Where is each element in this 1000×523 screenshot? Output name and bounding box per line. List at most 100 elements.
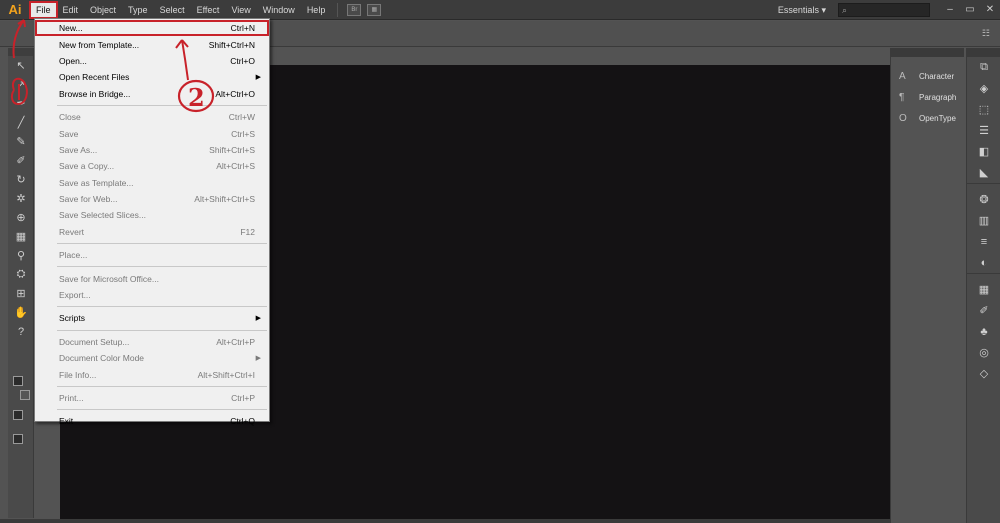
symbols-panel-icon[interactable]: ♣ xyxy=(967,321,1000,342)
symbol-sprayer-tool-icon[interactable]: ⛭ xyxy=(8,265,34,284)
draw-mode-icon[interactable] xyxy=(13,410,23,420)
menu-item-export[interactable]: Export... xyxy=(35,287,269,303)
opentype-icon: O xyxy=(899,113,907,124)
color-panel-icon[interactable]: ❂ xyxy=(967,189,1000,210)
menu-help[interactable]: Help xyxy=(301,2,332,18)
menu-item-document-setup[interactable]: Document Setup... Alt+Ctrl+P xyxy=(35,334,269,350)
submenu-arrow-icon: ▶ xyxy=(255,355,261,363)
align-panel-icon[interactable]: ☰ xyxy=(967,120,1000,141)
menu-separator xyxy=(57,243,267,245)
direct-selection-tool-icon[interactable]: ↗ xyxy=(8,75,34,94)
gradient-mesh-icon[interactable]: ◣ xyxy=(967,162,1000,183)
menu-item-save-for-microsoft-office[interactable]: Save for Microsoft Office... xyxy=(35,270,269,286)
menu-item-new[interactable]: New... Ctrl+N xyxy=(35,20,269,37)
panel-label: Paragraph xyxy=(919,93,957,102)
menu-item-save[interactable]: Save Ctrl+S xyxy=(35,125,269,141)
bridge-button[interactable]: Br xyxy=(347,3,362,16)
menu-type[interactable]: Type xyxy=(122,2,154,18)
panel-label: Character xyxy=(919,72,955,81)
panel-menu-icon[interactable]: ☷ xyxy=(982,28,990,39)
tools-panel-grip[interactable] xyxy=(8,48,33,56)
menu-item-open-recent-files[interactable]: Open Recent Files ▶ xyxy=(35,69,269,85)
artboards-panel-icon[interactable]: ⧉ xyxy=(967,57,1000,78)
menu-item-save-as[interactable]: Save As... Shift+Ctrl+S xyxy=(35,142,269,158)
menu-item-file-info[interactable]: File Info... Alt+Shift+Ctrl+I xyxy=(35,366,269,382)
help-icon[interactable]: ? xyxy=(8,322,34,341)
brushes-panel-icon[interactable]: ✐ xyxy=(967,300,1000,321)
menu-item-revert[interactable]: Revert F12 xyxy=(35,224,269,240)
menu-item-save-a-copy[interactable]: Save a Copy... Alt+Ctrl+S xyxy=(35,158,269,174)
appearance-panel-icon[interactable]: ◇ xyxy=(967,363,1000,384)
screen-mode-icon[interactable] xyxy=(13,434,23,444)
menu-view[interactable]: View xyxy=(225,2,256,18)
menu-item-label: File Info... xyxy=(59,369,97,380)
artboard-tool-icon[interactable]: ⊞ xyxy=(8,284,34,303)
search-icon: ⌕ xyxy=(842,4,848,15)
menu-item-browse-in-bridge[interactable]: Browse in Bridge... Alt+Ctrl+O xyxy=(35,86,269,102)
menu-item-close[interactable]: Close Ctrl+W xyxy=(35,109,269,125)
strip-header[interactable] xyxy=(967,48,1000,57)
illustrator-window: Ai File Edit Object Type Select Effect View Win… xyxy=(0,0,1000,523)
menu-file[interactable]: File xyxy=(29,0,58,19)
pen-tool-icon[interactable]: ✒ xyxy=(8,94,34,113)
gradient-panel-icon[interactable]: ▥ xyxy=(967,210,1000,231)
perspective-grid-tool-icon[interactable]: ▦ xyxy=(8,227,34,246)
brush-tool-icon[interactable]: ✎ xyxy=(8,132,34,151)
menu-item-exit[interactable]: Exit Ctrl+Q xyxy=(35,413,269,429)
menu-separator xyxy=(57,104,267,106)
layers-panel-icon[interactable]: ◈ xyxy=(967,78,1000,99)
panel-icon-strip: ⧉ ◈ ⬚ ☰ ◧ ◣ ❂ ▥ ≡ ◐ ▦ ✐ ♣ ◎ ◇ xyxy=(966,48,1000,523)
menu-item-scripts[interactable]: Scripts ▶ xyxy=(35,310,269,326)
menu-edit[interactable]: Edit xyxy=(57,2,85,18)
panel-opentype[interactable]: O OpenType xyxy=(891,108,964,129)
selection-tool-icon[interactable]: ↖ xyxy=(8,56,34,75)
horizontal-scrollbar[interactable] xyxy=(0,519,890,523)
maximize-button[interactable]: ▭ xyxy=(960,0,980,20)
menu-item-document-color-mode[interactable]: Document Color Mode ▶ xyxy=(35,350,269,366)
menu-item-place[interactable]: Place... xyxy=(35,247,269,263)
stroke-swatch[interactable] xyxy=(20,390,30,400)
menu-item-shortcut: Shift+Ctrl+N xyxy=(208,39,255,50)
help-search-input[interactable]: ⌕ xyxy=(838,3,930,17)
strip-icons: ⧉ ◈ ⬚ ☰ ◧ ◣ ❂ ▥ ≡ ◐ ▦ ✐ ♣ ◎ ◇ xyxy=(967,57,1000,384)
graphic-styles-panel-icon[interactable]: ◎ xyxy=(967,342,1000,363)
panel-character[interactable]: A Character xyxy=(891,66,964,87)
puppet-warp-tool-icon[interactable]: ✲ xyxy=(8,189,34,208)
submenu-arrow-icon: ▶ xyxy=(255,315,261,323)
transparency-panel-icon[interactable]: ◐ xyxy=(967,252,1000,273)
menu-effect[interactable]: Effect xyxy=(191,2,226,18)
menu-item-new-from-template[interactable]: New from Template... Shift+Ctrl+N xyxy=(35,36,269,52)
menu-item-shortcut: Ctrl+P xyxy=(231,393,255,403)
menu-select[interactable]: Select xyxy=(154,2,191,18)
shape-builder-tool-icon[interactable]: ⊕ xyxy=(8,208,34,227)
blob-brush-tool-icon[interactable]: ✐ xyxy=(8,151,34,170)
menu-item-label: Save as Template... xyxy=(59,177,134,188)
panel-dock-header[interactable] xyxy=(891,48,964,57)
line-tool-icon[interactable]: ╱ xyxy=(8,113,34,132)
menu-object[interactable]: Object xyxy=(84,2,122,18)
pathfinder-panel-icon[interactable]: ◧ xyxy=(967,141,1000,162)
menu-window[interactable]: Window xyxy=(257,2,301,18)
tools-list: ↖ ↗ ✒ ╱ ✎ ✐ ↻ ✲ ⊕ ▦ ⚲ ⛭ ⊞ ✋? xyxy=(8,56,33,341)
workspace-switcher[interactable]: Essentials ▾ xyxy=(778,5,826,16)
menu-item-save-as-template[interactable]: Save as Template... xyxy=(35,175,269,191)
swatches-panel-icon[interactable]: ▦ xyxy=(967,279,1000,300)
menu-item-save-selected-slices[interactable]: Save Selected Slices... xyxy=(35,207,269,223)
menu-item-open[interactable]: Open... Ctrl+O xyxy=(35,53,269,69)
close-button[interactable]: ✕ xyxy=(980,0,1000,20)
hand-tool-icon[interactable]: ✋ xyxy=(8,303,34,322)
rotate-tool-icon[interactable]: ↻ xyxy=(8,170,34,189)
panel-list: A Character ¶ Paragraph O OpenType xyxy=(891,66,964,129)
minimize-button[interactable]: – xyxy=(940,0,960,20)
menu-item-save-for-web[interactable]: Save for Web... Alt+Shift+Ctrl+S xyxy=(35,191,269,207)
transform-panel-icon[interactable]: ⬚ xyxy=(967,99,1000,120)
stroke-panel-icon[interactable]: ≡ xyxy=(967,231,1000,252)
arrange-documents-button[interactable]: ▦ xyxy=(367,3,382,16)
panel-paragraph[interactable]: ¶ Paragraph xyxy=(891,87,964,108)
menu-item-print[interactable]: Print... Ctrl+P xyxy=(35,390,269,406)
character-icon: A xyxy=(899,71,906,82)
menu-item-label: Save for Microsoft Office... xyxy=(59,273,159,284)
chevron-down-icon: ▾ xyxy=(821,4,826,15)
fill-swatch[interactable] xyxy=(13,376,23,386)
eyedropper-tool-icon[interactable]: ⚲ xyxy=(8,246,34,265)
